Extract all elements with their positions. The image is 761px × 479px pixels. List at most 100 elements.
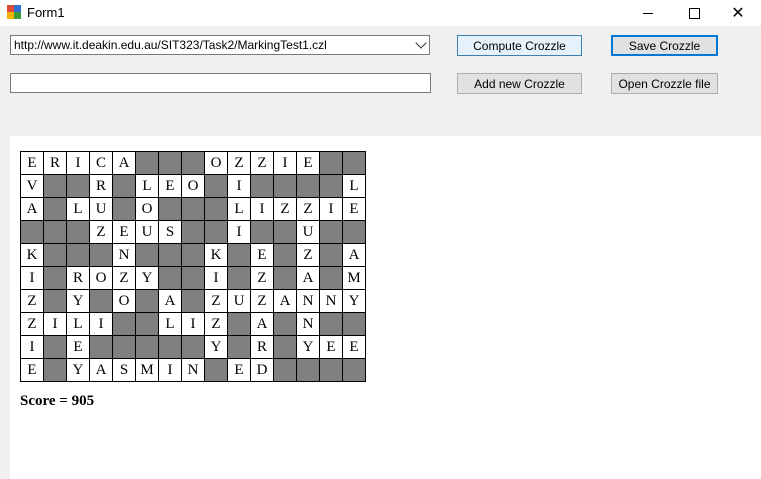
- crozzle-letter-cell: Z: [112, 266, 136, 290]
- crozzle-blank-cell: [273, 174, 297, 198]
- crozzle-letter-cell: U: [227, 289, 251, 313]
- crozzle-blank-cell: [204, 174, 228, 198]
- crozzle-blank-cell: [250, 220, 274, 244]
- close-icon: ✕: [731, 5, 745, 22]
- crozzle-blank-cell: [112, 174, 136, 198]
- crozzle-letter-cell: U: [135, 220, 159, 244]
- crozzle-letter-cell: Z: [20, 289, 44, 313]
- crozzle-letter-cell: A: [89, 358, 113, 382]
- crozzle-letter-cell: N: [296, 312, 320, 336]
- left-border-strip: [0, 136, 10, 479]
- save-crozzle-button[interactable]: Save Crozzle: [611, 35, 718, 56]
- crozzle-blank-cell: [158, 151, 182, 175]
- crozzle-letter-cell: Z: [250, 266, 274, 290]
- crozzle-row: ZILILIZAN: [20, 312, 366, 336]
- crozzle-letter-cell: E: [20, 358, 44, 382]
- crozzle-letter-cell: Z: [250, 289, 274, 313]
- crozzle-letter-cell: Z: [250, 151, 274, 175]
- crozzle-letter-cell: I: [66, 151, 90, 175]
- crozzle-letter-cell: I: [89, 312, 113, 336]
- crozzle-letter-cell: O: [89, 266, 113, 290]
- compute-crozzle-button[interactable]: Compute Crozzle: [457, 35, 582, 56]
- crozzle-letter-cell: R: [43, 151, 67, 175]
- crozzle-letter-cell: K: [20, 243, 44, 267]
- crozzle-letter-cell: I: [43, 312, 67, 336]
- crozzle-blank-cell: [112, 335, 136, 359]
- crozzle-blank-cell: [319, 312, 343, 336]
- crozzle-letter-cell: I: [181, 312, 205, 336]
- crozzle-letter-cell: Z: [89, 220, 113, 244]
- crozzle-letter-cell: I: [273, 151, 297, 175]
- close-button[interactable]: ✕: [715, 0, 761, 26]
- crozzle-letter-cell: I: [250, 197, 274, 221]
- crozzle-blank-cell: [319, 151, 343, 175]
- maximize-icon: [688, 7, 700, 19]
- crozzle-row: IEYRYEE: [20, 335, 366, 359]
- crozzle-blank-cell: [296, 174, 320, 198]
- crozzle-row: VRLEOIL: [20, 174, 366, 198]
- crozzle-url-value: http://www.it.deakin.edu.au/SIT323/Task2…: [14, 38, 327, 52]
- crozzle-blank-cell: [181, 243, 205, 267]
- crozzle-letter-cell: N: [296, 289, 320, 313]
- crozzle-letter-cell: V: [20, 174, 44, 198]
- crozzle-blank-cell: [319, 266, 343, 290]
- crozzle-blank-cell: [43, 358, 67, 382]
- add-new-crozzle-button[interactable]: Add new Crozzle: [457, 73, 582, 94]
- crozzle-letter-cell: I: [204, 266, 228, 290]
- crozzle-blank-cell: [342, 358, 366, 382]
- crozzle-url-combobox[interactable]: http://www.it.deakin.edu.au/SIT323/Task2…: [10, 35, 430, 55]
- crozzle-letter-cell: S: [112, 358, 136, 382]
- crozzle-blank-cell: [43, 289, 67, 313]
- crozzle-letter-cell: O: [112, 289, 136, 313]
- crozzle-letter-cell: R: [66, 266, 90, 290]
- crozzle-blank-cell: [204, 358, 228, 382]
- crozzle-letter-cell: Y: [66, 289, 90, 313]
- crozzle-letter-cell: E: [227, 358, 251, 382]
- crozzle-blank-cell: [43, 266, 67, 290]
- crozzle-blank-cell: [227, 335, 251, 359]
- crozzle-letter-cell: A: [273, 289, 297, 313]
- crozzle-letter-cell: I: [319, 197, 343, 221]
- crozzle-letter-cell: Y: [296, 335, 320, 359]
- crozzle-blank-cell: [273, 312, 297, 336]
- open-crozzle-file-button[interactable]: Open Crozzle file: [611, 73, 718, 94]
- crozzle-letter-cell: D: [250, 358, 274, 382]
- crozzle-blank-cell: [89, 243, 113, 267]
- crozzle-letter-cell: O: [135, 197, 159, 221]
- crozzle-letter-cell: A: [158, 289, 182, 313]
- crozzle-blank-cell: [43, 174, 67, 198]
- crozzle-row: ALUOLIZZIE: [20, 197, 366, 221]
- crozzle-letter-cell: O: [204, 151, 228, 175]
- crozzle-letter-cell: E: [112, 220, 136, 244]
- crozzle-letter-cell: R: [89, 174, 113, 198]
- crozzle-blank-cell: [158, 335, 182, 359]
- crozzle-row: ERICAOZZIE: [20, 151, 366, 175]
- crozzle-letter-cell: L: [135, 174, 159, 198]
- maximize-button[interactable]: [671, 0, 717, 26]
- crozzle-blank-cell: [342, 220, 366, 244]
- crozzle-blank-cell: [158, 266, 182, 290]
- chevron-down-icon[interactable]: [415, 37, 427, 49]
- crozzle-blank-cell: [227, 312, 251, 336]
- crozzle-blank-cell: [66, 243, 90, 267]
- crozzle-row: EYASMINED: [20, 358, 366, 382]
- crozzle-blank-cell: [296, 358, 320, 382]
- crozzle-letter-cell: R: [250, 335, 274, 359]
- crozzle-blank-cell: [319, 174, 343, 198]
- crozzle-letter-cell: E: [20, 151, 44, 175]
- crozzle-blank-cell: [181, 151, 205, 175]
- crozzle-letter-cell: L: [342, 174, 366, 198]
- crozzle-blank-cell: [342, 312, 366, 336]
- crozzle-text-input[interactable]: [10, 73, 431, 93]
- crozzle-letter-cell: C: [89, 151, 113, 175]
- crozzle-blank-cell: [204, 197, 228, 221]
- minimize-icon: [643, 12, 653, 14]
- crozzle-blank-cell: [43, 197, 67, 221]
- crozzle-letter-cell: A: [342, 243, 366, 267]
- crozzle-blank-cell: [181, 335, 205, 359]
- crozzle-blank-cell: [273, 266, 297, 290]
- crozzle-letter-cell: E: [342, 197, 366, 221]
- minimize-button[interactable]: [625, 0, 671, 26]
- crozzle-blank-cell: [43, 243, 67, 267]
- crozzle-letter-cell: L: [66, 312, 90, 336]
